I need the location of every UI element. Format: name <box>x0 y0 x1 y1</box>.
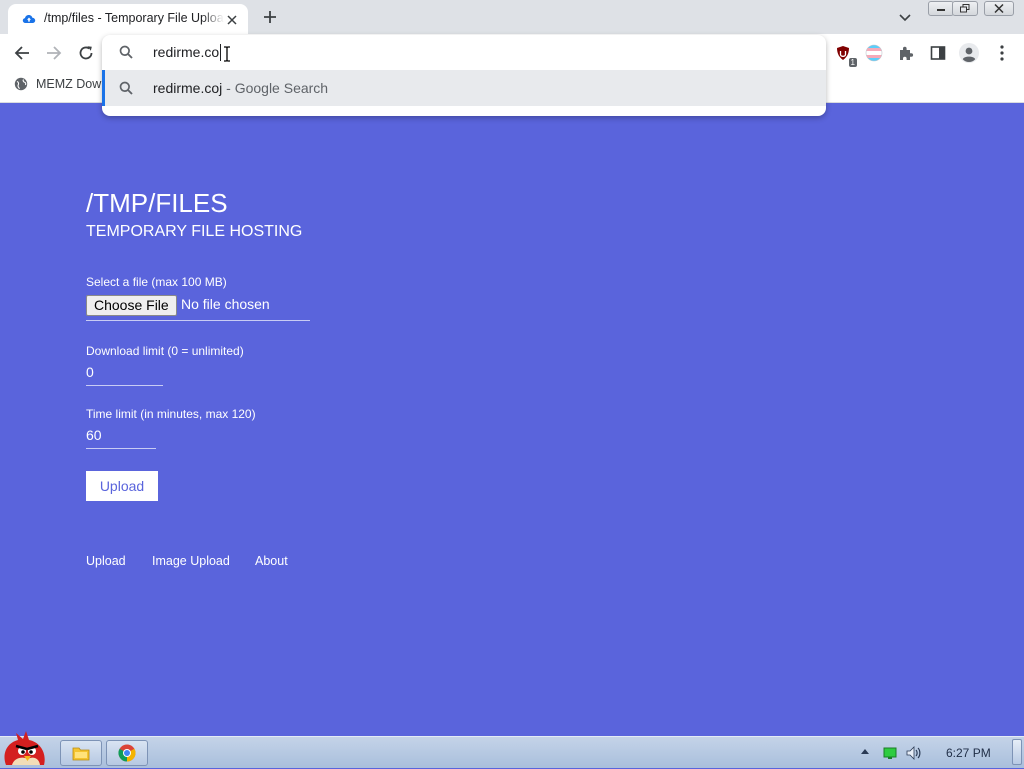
close-tab-icon[interactable] <box>222 10 242 30</box>
browser-menu-button[interactable] <box>990 41 1014 65</box>
show-hidden-icons-icon[interactable] <box>860 747 870 755</box>
puzzle-icon <box>898 45 914 61</box>
back-button[interactable] <box>9 40 35 66</box>
cloud-upload-icon <box>22 12 36 26</box>
time-limit-input[interactable]: 60 <box>86 426 156 449</box>
search-icon <box>119 81 133 95</box>
i-beam-cursor-icon <box>223 46 231 62</box>
network-icon[interactable] <box>883 746 897 760</box>
taskbar: 6:27 PM <box>0 731 1024 768</box>
ublock-extension-button[interactable]: 1 <box>831 41 857 67</box>
tab-title: /tmp/files - Temporary File Upload <box>44 11 224 25</box>
plus-icon <box>263 10 277 24</box>
reload-button[interactable] <box>73 40 99 66</box>
restore-button[interactable] <box>952 1 978 16</box>
flag-circle-icon <box>865 44 883 62</box>
start-icon <box>0 731 50 769</box>
tab-strip: /tmp/files - Temporary File Upload <box>0 0 1024 34</box>
forward-button[interactable] <box>41 40 67 66</box>
file-status-text: No file chosen <box>181 296 270 312</box>
file-field-label: Select a file (max 100 MB) <box>86 275 227 289</box>
tab-search-button[interactable] <box>894 8 916 28</box>
suggestion-engine: Google Search <box>234 80 329 96</box>
extension-badge: 1 <box>848 58 857 67</box>
text-caret <box>220 44 221 61</box>
arrow-left-icon <box>14 45 30 61</box>
avatar-icon <box>959 43 979 63</box>
page-subtitle: TEMPORARY FILE HOSTING <box>86 223 303 240</box>
footer-link-image-upload[interactable]: Image Upload <box>152 554 230 568</box>
taskbar-chrome-button[interactable] <box>106 740 148 766</box>
download-limit-label: Download limit (0 = unlimited) <box>86 344 244 358</box>
footer-link-about[interactable]: About <box>255 554 288 568</box>
explorer-icon <box>72 745 90 761</box>
bookmark-item[interactable]: MEMZ Dow <box>14 77 101 91</box>
page-title: /TMP/FILES <box>86 188 228 218</box>
download-limit-input[interactable]: 0 <box>86 363 163 386</box>
extensions-button[interactable] <box>894 41 918 65</box>
page-content: /TMP/FILES TEMPORARY FILE HOSTING Select… <box>0 103 1024 736</box>
clock[interactable]: 6:27 PM <box>946 746 991 760</box>
choose-file-button[interactable]: Choose File <box>86 295 177 316</box>
side-panel-icon <box>930 45 946 61</box>
footer-link-upload[interactable]: Upload <box>86 554 126 568</box>
new-tab-button[interactable] <box>256 4 284 30</box>
address-bar[interactable]: redirme.co <box>102 35 826 70</box>
suggestion-text: redirme.coj - Google Search <box>153 80 328 96</box>
omnibox-dropdown: redirme.co redirme.coj - Google Search <box>102 35 826 116</box>
side-panel-button[interactable] <box>926 41 950 65</box>
browser-tab[interactable]: /tmp/files - Temporary File Upload <box>8 4 248 34</box>
flag-extension-button[interactable] <box>862 41 886 65</box>
upload-button[interactable]: Upload <box>86 471 158 501</box>
minimize-button[interactable] <box>928 1 954 16</box>
close-icon <box>994 4 1004 13</box>
address-input[interactable]: redirme.co <box>153 44 219 60</box>
kebab-menu-icon <box>1000 45 1004 61</box>
omnibox-suggestion[interactable]: redirme.coj - Google Search <box>102 70 826 106</box>
globe-icon <box>14 77 28 91</box>
suggestion-highlight-bar <box>102 70 105 106</box>
restore-icon <box>960 4 970 13</box>
time-limit-label: Time limit (in minutes, max 120) <box>86 407 256 421</box>
close-window-button[interactable] <box>984 1 1014 16</box>
volume-icon[interactable] <box>905 744 923 762</box>
suggestion-separator: - <box>222 80 235 96</box>
suggestion-query: redirme.coj <box>153 80 223 96</box>
minimize-icon <box>936 6 946 12</box>
chevron-down-icon <box>899 14 911 22</box>
taskbar-explorer-button[interactable] <box>60 740 102 766</box>
start-button[interactable] <box>0 731 50 769</box>
profile-button[interactable] <box>957 41 981 65</box>
show-desktop-button[interactable] <box>1012 739 1022 765</box>
reload-icon <box>78 45 94 61</box>
arrow-right-icon <box>46 45 62 61</box>
bookmark-label: MEMZ Dow <box>36 77 102 91</box>
file-input[interactable]: Choose File No file chosen <box>86 294 310 321</box>
search-icon <box>119 45 133 59</box>
chrome-icon <box>118 744 136 762</box>
